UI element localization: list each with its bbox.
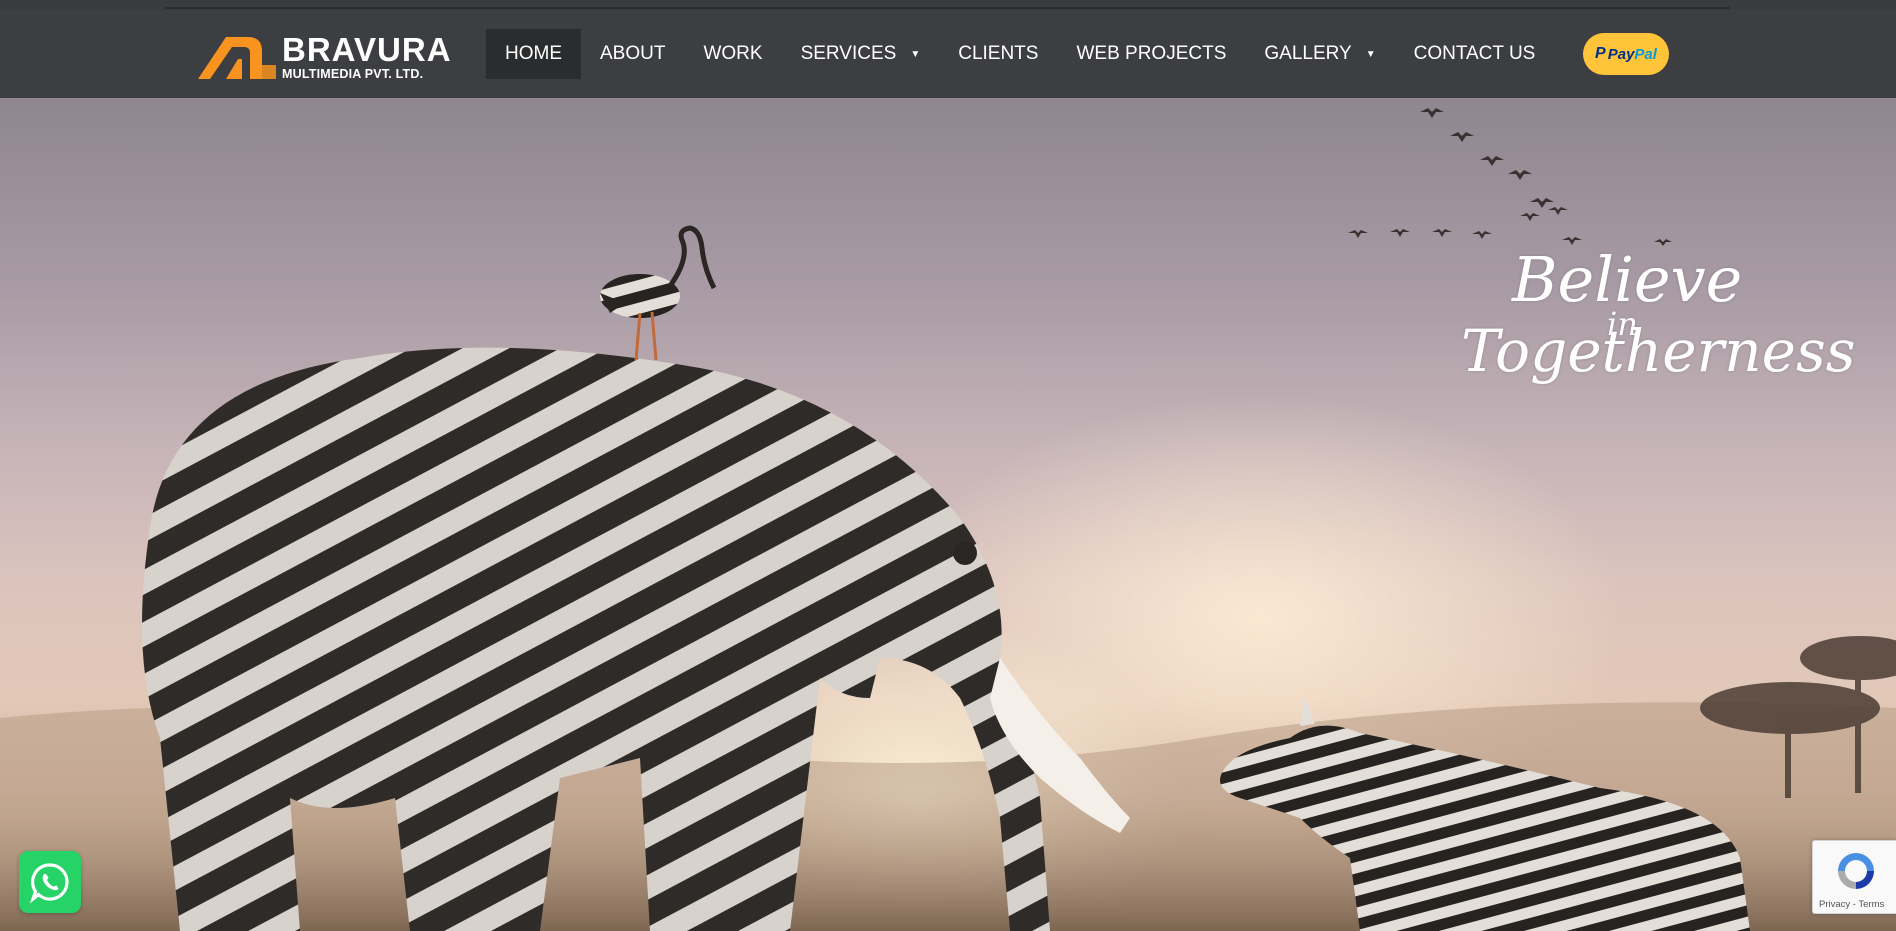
chevron-down-icon: ▼ bbox=[1365, 48, 1376, 60]
paypal-button[interactable]: P PayPal bbox=[1583, 33, 1669, 75]
chevron-down-icon: ▼ bbox=[910, 48, 921, 60]
bird-flock bbox=[1348, 108, 1672, 246]
hero-scene-image bbox=[0, 108, 1896, 931]
nav-about-label: ABOUT bbox=[600, 43, 666, 64]
nav-work[interactable]: WORK bbox=[684, 29, 781, 79]
brand-name: BRAVURA bbox=[282, 31, 452, 69]
nav-web-projects[interactable]: WEB PROJECTS bbox=[1057, 29, 1245, 79]
nav-gallery-label: GALLERY bbox=[1264, 43, 1352, 64]
top-divider bbox=[165, 7, 1730, 9]
nav-contact-us[interactable]: CONTACT US bbox=[1395, 29, 1555, 79]
nav-services-label: SERVICES bbox=[800, 43, 897, 64]
logo-text: BRAVURA MULTIMEDIA PVT. LTD. bbox=[282, 33, 452, 81]
nav-web-projects-label: WEB PROJECTS bbox=[1076, 43, 1227, 64]
paypal-label-pay: Pay bbox=[1607, 45, 1635, 63]
paypal-label: PayPal bbox=[1608, 46, 1657, 63]
nav-about[interactable]: ABOUT bbox=[581, 29, 684, 79]
brand-logo[interactable]: BRAVURA MULTIMEDIA PVT. LTD. bbox=[196, 32, 452, 82]
main-nav: HOME ABOUT WORK SERVICES ▼ CLIENTS WEB PR… bbox=[486, 29, 1554, 79]
nav-contact-us-label: CONTACT US bbox=[1413, 43, 1536, 64]
whatsapp-icon bbox=[29, 863, 69, 903]
nav-services[interactable]: SERVICES ▼ bbox=[782, 29, 940, 79]
nav-gallery[interactable]: GALLERY ▼ bbox=[1245, 29, 1394, 79]
recaptcha-icon bbox=[1838, 853, 1874, 889]
nav-clients[interactable]: CLIENTS bbox=[939, 29, 1057, 79]
paypal-label-pal: Pal bbox=[1634, 45, 1657, 63]
logo-mark-icon bbox=[198, 37, 276, 79]
brand-subtitle: MULTIMEDIA PVT. LTD. bbox=[282, 67, 424, 82]
site-header: BRAVURA MULTIMEDIA PVT. LTD. HOME ABOUT … bbox=[0, 10, 1896, 98]
nav-clients-label: CLIENTS bbox=[958, 43, 1039, 64]
ibis-bird bbox=[600, 225, 717, 361]
recaptcha-privacy-terms[interactable]: Privacy - Terms bbox=[1819, 899, 1884, 910]
top-strip bbox=[0, 0, 1896, 10]
hero-banner: Believe in Togetherness bbox=[0, 98, 1896, 931]
nav-home[interactable]: HOME bbox=[486, 29, 581, 79]
tagline-line-3: Togetherness bbox=[1461, 317, 1856, 385]
whatsapp-chat-button[interactable] bbox=[19, 851, 81, 913]
nav-work-label: WORK bbox=[703, 43, 763, 64]
recaptcha-badge[interactable]: Privacy - Terms bbox=[1812, 840, 1896, 914]
paypal-icon: P bbox=[1595, 45, 1606, 62]
nav-home-label: HOME bbox=[505, 43, 562, 64]
